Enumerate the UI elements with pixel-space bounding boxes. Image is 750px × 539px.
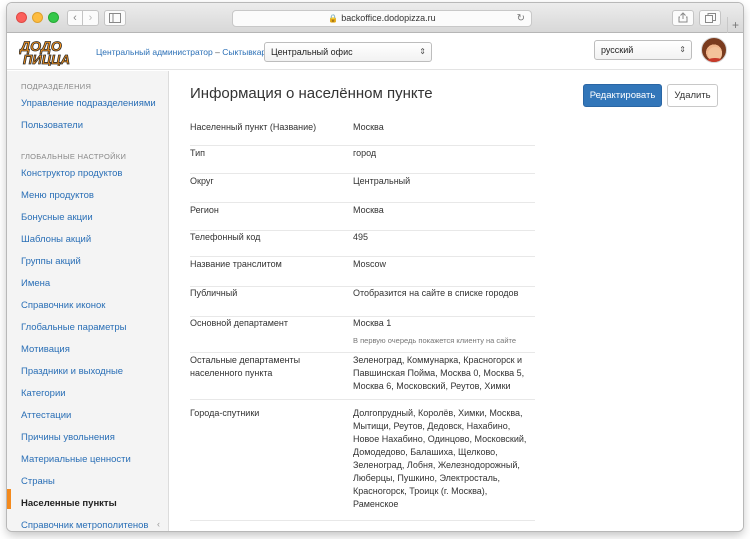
address-bar[interactable]: 🔒 backoffice.dodopizza.ru ↻ [232,10,532,27]
office-select[interactable]: Центральный офис ⇕ [264,42,432,62]
edit-button[interactable]: Редактировать [583,84,662,107]
select-arrows-icon: ⇕ [419,47,426,56]
sidebar: ПОДРАЗДЕЛЕНИЯ Управление подразделениями… [7,71,169,531]
sidebar-item-promo-templates[interactable]: Шаблоны акций [21,234,91,245]
dodo-logo[interactable]: ДОДО ПИЦЦА [19,38,77,68]
minimize-window-button[interactable] [32,12,43,23]
sidebar-item-holidays[interactable]: Праздники и выходные [21,366,123,377]
sidebar-section-units: ПОДРАЗДЕЛЕНИЯ [21,82,92,91]
close-window-button[interactable] [16,12,27,23]
sidebar-item-countries[interactable]: Страны [21,476,55,487]
zoom-window-button[interactable] [48,12,59,23]
field-row-satellite-cities: Города-спутники Долгопрудный, Королёв, Х… [190,407,535,521]
field-row-region: Регион Москва [190,204,535,231]
sidebar-item-bonus-promos[interactable]: Бонусные акции [21,212,93,223]
admin-role: Центральный администратор [96,47,213,57]
sidebar-item-names[interactable]: Имена [21,278,50,289]
sidebar-section-global-settings: ГЛОБАЛЬНЫЕ НАСТРОЙКИ [21,152,127,161]
field-label: Название транслитом [190,259,282,269]
sidebar-item-unit-management[interactable]: Управление подразделениями [21,98,156,109]
main-content: Информация о населённом пункте Редактиро… [170,71,743,531]
sidebar-toggle-icon[interactable] [104,10,126,26]
sidebar-item-categories[interactable]: Категории [21,388,66,399]
share-icon[interactable] [672,10,694,26]
field-label: Тип [190,148,206,158]
select-arrows-icon: ⇕ [679,45,686,54]
field-value: Долгопрудный, Королёв, Химки, Москва, Мы… [353,408,527,509]
language-select[interactable]: русский ⇕ [594,40,692,60]
field-label: Основной департамент [190,318,289,328]
field-label: Остальные департаменты населенного пункт… [190,355,301,378]
field-row-district: Округ Центральный [190,175,535,203]
field-row-main-department: Основной департамент Москва 1 В первую о… [190,317,535,353]
sidebar-item-dismissal-reasons[interactable]: Причины увольнения [21,432,115,443]
sidebar-item-metro[interactable]: Справочник метрополитенов [21,520,148,531]
sidebar-item-icons[interactable]: Справочник иконок [21,300,105,311]
main-department-value: Москва 1 [353,318,392,328]
sidebar-item-product-builder[interactable]: Конструктор продуктов [21,168,122,179]
field-value: Отобразится на сайте в списке городов [353,288,519,298]
reload-icon[interactable]: ↻ [517,11,525,26]
field-value: Москва [353,205,384,215]
admin-separator: – [212,47,223,57]
admin-city: Сыктывкар [222,47,267,57]
tabs-overview-icon[interactable] [699,10,721,26]
field-label: Округ [190,176,214,186]
language-select-value: русский [601,45,634,55]
field-value: Moscow [353,259,387,269]
field-row-locality-name: Населенный пункт (Название) Москва [190,121,535,146]
field-row-phone-code: Телефонный код 495 [190,231,535,257]
field-label: Телефонный код [190,232,261,242]
field-label: Регион [190,205,219,215]
sidebar-item-users[interactable]: Пользователи [21,120,83,131]
field-label: Публичный [190,288,238,298]
browser-window: ‹ › 🔒 backoffice.dodopizza.ru ↻ + ДОДО ПИ… [7,3,743,531]
browser-titlebar: ‹ › 🔒 backoffice.dodopizza.ru ↻ + [7,3,743,33]
sidebar-item-certifications[interactable]: Аттестации [21,410,71,421]
field-row-type: Тип город [190,147,535,174]
field-value: 495 [353,232,369,242]
field-value: Москва 1 В первую очередь покажется клие… [353,317,533,347]
office-select-value: Центральный офис [271,47,353,57]
field-value: Москва [353,122,384,132]
main-department-hint: В первую очередь покажется клиенту на са… [353,336,517,345]
url-text: backoffice.dodopizza.ru [341,13,436,23]
field-value: Зеленоград, Коммунарка, Красногорск и Па… [353,355,525,391]
new-tab-icon[interactable]: + [727,17,743,33]
back-icon[interactable]: ‹ [67,10,83,26]
sidebar-item-assets[interactable]: Материальные ценности [21,454,131,465]
page-title: Информация о населённом пункте [190,85,433,102]
collapse-sidebar-icon[interactable]: ‹ [157,519,160,529]
forward-icon[interactable]: › [83,10,99,26]
app-header: ДОДО ПИЦЦА Центральный администратор – С… [7,34,743,70]
sidebar-item-product-menu[interactable]: Меню продуктов [21,190,94,201]
user-avatar[interactable] [701,37,727,63]
delete-button[interactable]: Удалить [667,84,718,107]
sidebar-item-motivation[interactable]: Мотивация [21,344,70,355]
field-row-public: Публичный Отобразится на сайте в списке … [190,287,535,317]
field-row-other-departments: Остальные департаменты населенного пункт… [190,354,535,400]
sidebar-item-promo-groups[interactable]: Группы акций [21,256,81,267]
field-value: Центральный [353,176,411,186]
field-value: город [353,148,377,158]
lock-icon: 🔒 [328,14,339,23]
admin-role-link[interactable]: Центральный администратор – Сыктывкар [96,47,266,57]
sidebar-item-localities[interactable]: Населенные пункты [21,498,117,509]
field-row-transliteration: Название транслитом Moscow [190,258,535,287]
field-label: Города-спутники [190,408,260,418]
avatar-shirt [705,58,725,62]
svg-text:ПИЦЦА: ПИЦЦА [23,52,70,66]
field-label: Населенный пункт (Название) [190,122,317,132]
active-item-marker [7,489,11,509]
sidebar-item-global-params[interactable]: Глобальные параметры [21,322,127,333]
